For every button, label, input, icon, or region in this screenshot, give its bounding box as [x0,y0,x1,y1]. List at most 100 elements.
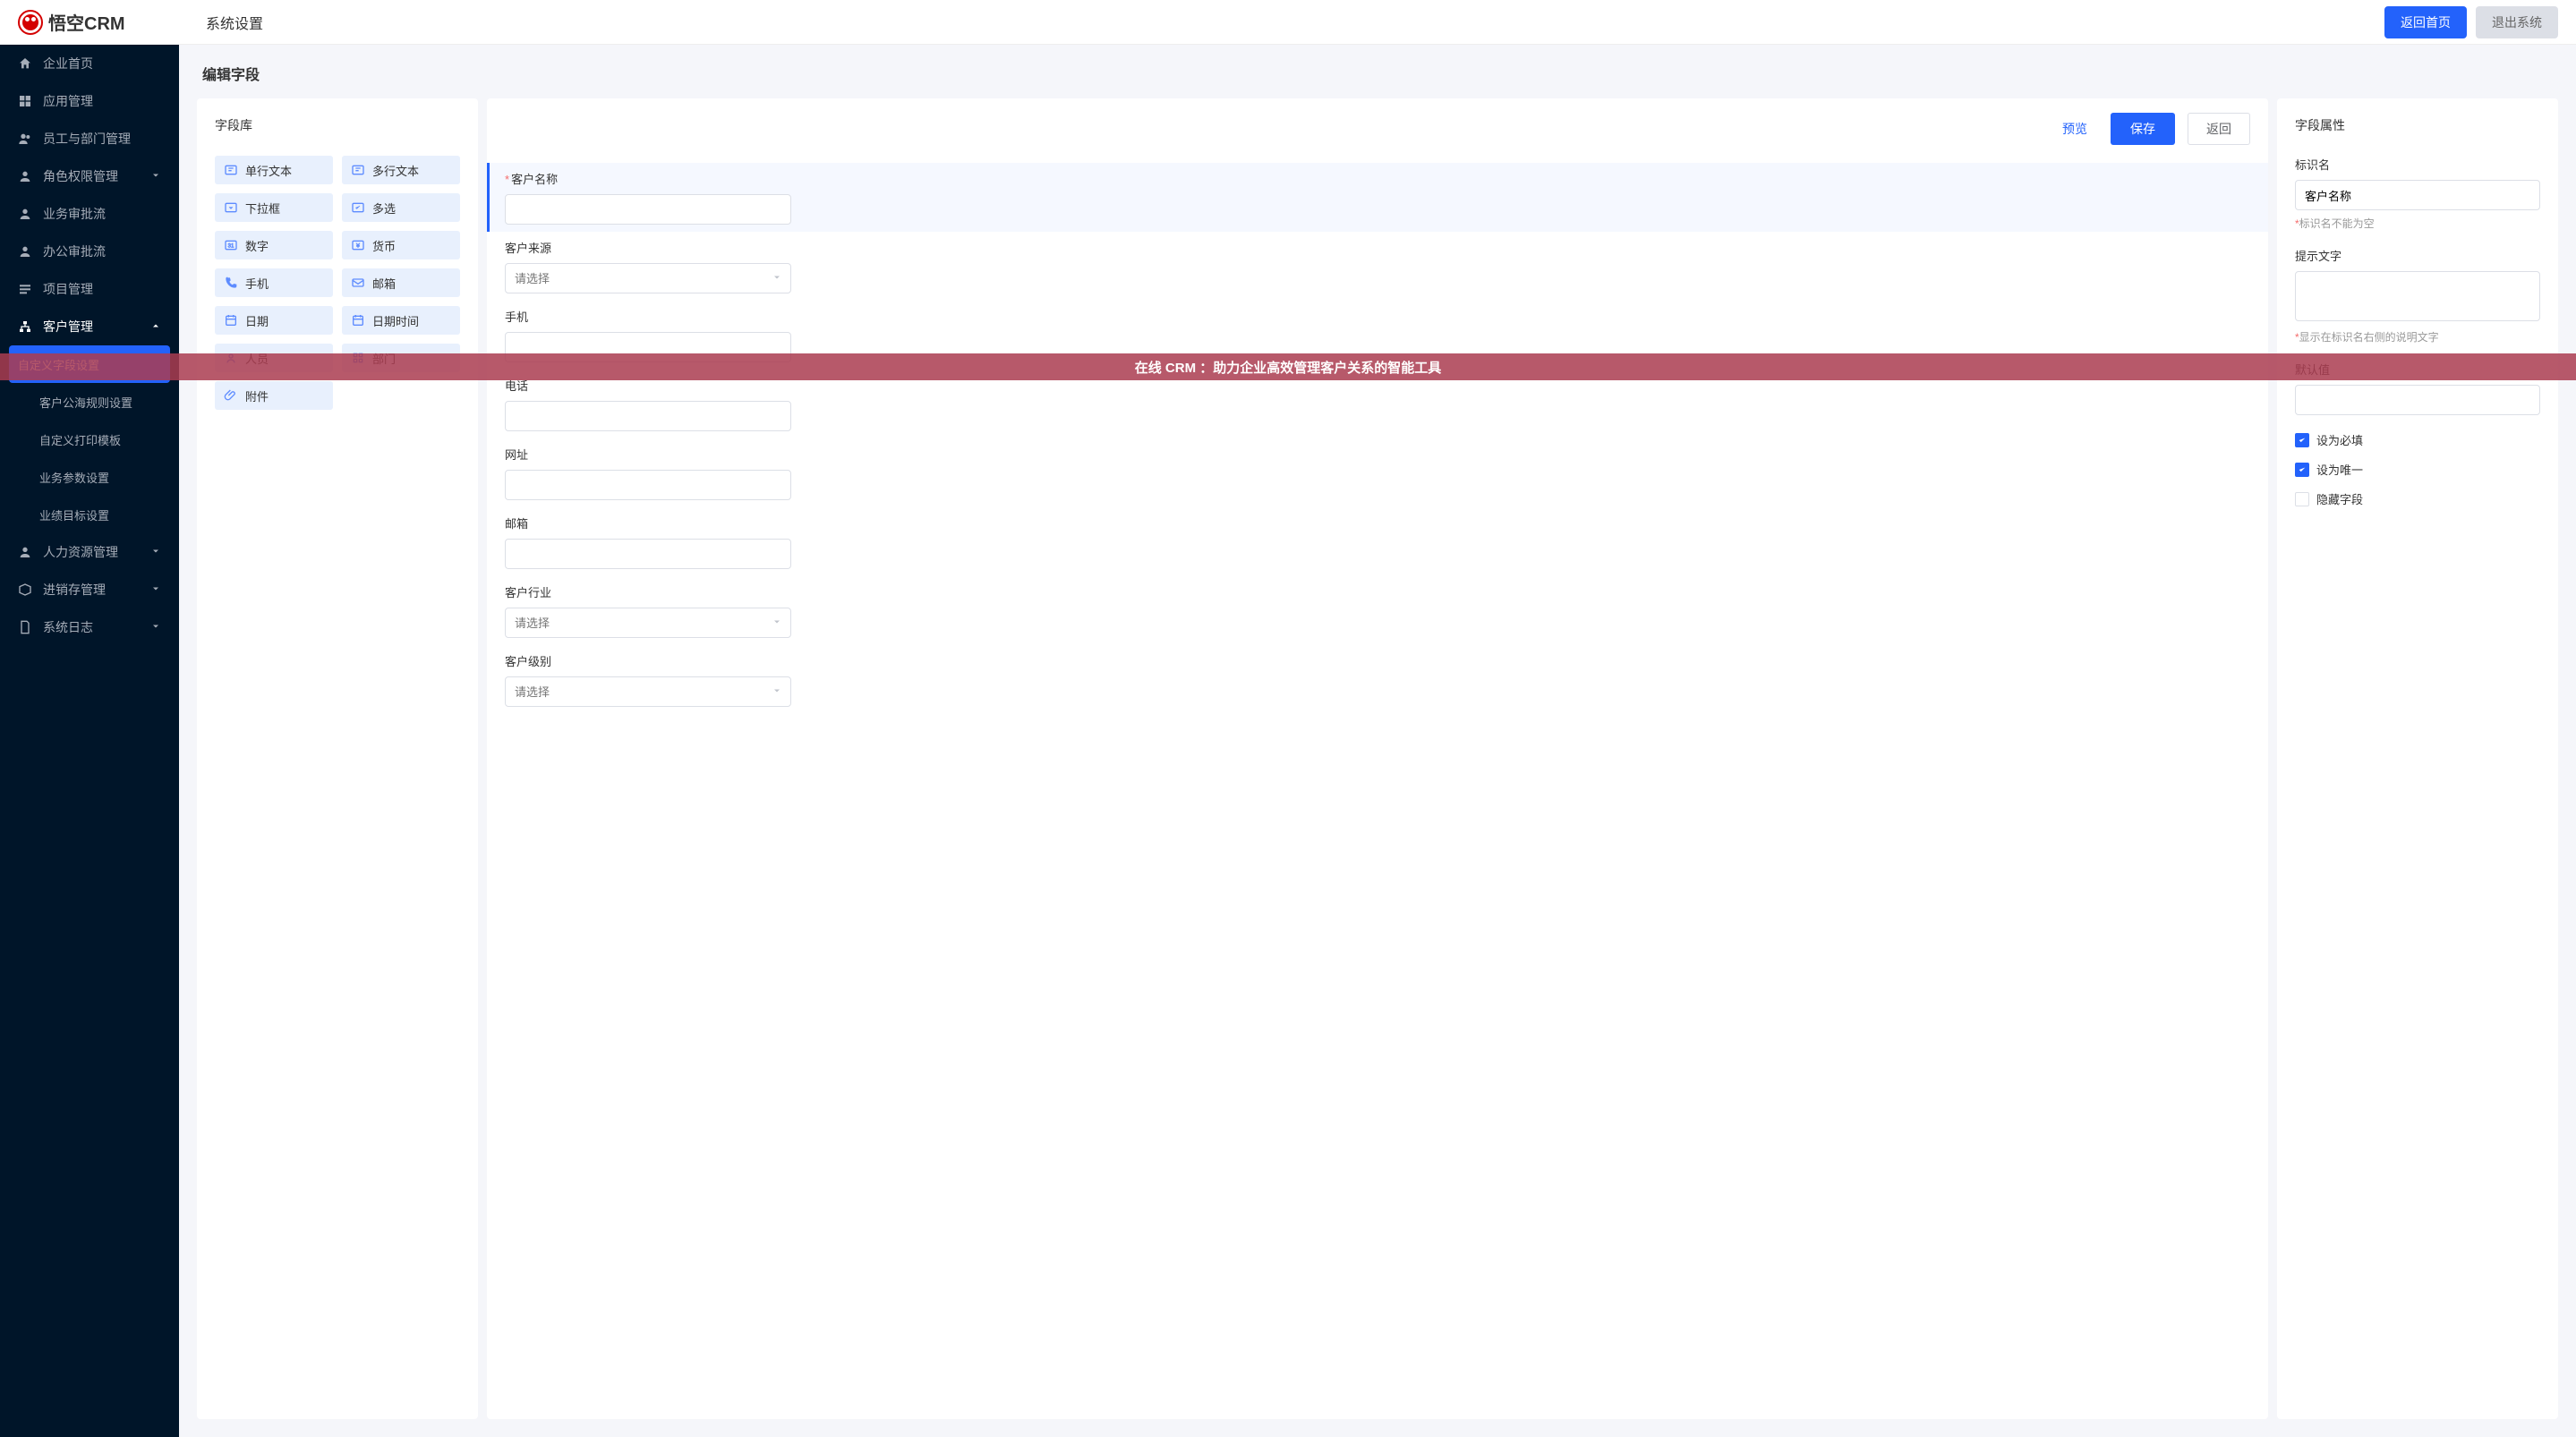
nav-item[interactable]: 应用管理 [0,82,179,120]
field-tile[interactable]: 数字 [215,231,333,259]
field-input[interactable] [505,332,791,362]
form-field-row[interactable]: 客户级别 [487,645,2268,714]
phone-icon [224,276,238,290]
save-button[interactable]: 保存 [2111,113,2175,145]
field-tile-label: 多选 [372,200,396,217]
cal-icon [351,313,365,327]
field-tile[interactable]: 货币 [342,231,460,259]
nav-label: 项目管理 [43,280,93,298]
field-tile[interactable]: 附件 [215,381,333,410]
field-tile[interactable]: 日期时间 [342,306,460,335]
id-input[interactable] [2295,180,2540,210]
nav-label: 办公审批流 [43,242,106,260]
home-icon [18,56,32,71]
checkbox-label: 隐藏字段 [2316,490,2363,507]
field-label: 手机 [505,308,2232,325]
field-tile[interactable]: 下拉框 [215,193,333,222]
tip-textarea[interactable] [2295,271,2540,321]
nav-subitem[interactable]: 客户公海规则设置 [0,383,179,421]
field-tile[interactable]: 多选 [342,193,460,222]
nav-item[interactable]: 业务审批流 [0,195,179,233]
page-title: 编辑字段 [197,63,2558,84]
field-tile-label: 邮箱 [372,275,396,292]
field-tile[interactable]: 人员 [215,344,333,372]
field-tile-label: 日期时间 [372,312,419,329]
back-button[interactable]: 返回 [2188,113,2250,145]
chevron-down-icon [150,582,161,597]
field-input[interactable] [505,539,791,569]
field-tile[interactable]: 部门 [342,344,460,372]
nav-item[interactable]: 项目管理 [0,270,179,308]
person-icon [224,351,238,365]
content: 编辑字段 字段库 单行文本多行文本下拉框多选数字货币手机邮箱日期日期时间人员部门… [179,45,2576,1437]
field-tile-label: 数字 [245,237,269,254]
nav-item[interactable]: 企业首页 [0,45,179,82]
nav-item[interactable]: 人力资源管理 [0,533,179,571]
field-tile[interactable]: 手机 [215,268,333,297]
nav-item[interactable]: 进销存管理 [0,571,179,608]
nav-subitem[interactable]: 自定义打印模板 [0,421,179,458]
field-tile[interactable]: 单行文本 [215,156,333,184]
money-icon [351,238,365,252]
field-input[interactable] [505,401,791,431]
nav-item[interactable]: 客户管理 [0,308,179,345]
field-tile[interactable]: 日期 [215,306,333,335]
field-label: *客户名称 [505,170,2232,187]
form-field-row[interactable]: 手机 [487,301,2268,370]
field-label: 电话 [505,377,2232,394]
field-select[interactable] [505,608,791,638]
chevron-up-icon [150,319,161,334]
grid-icon [18,94,32,108]
checkbox[interactable] [2295,433,2309,447]
form-field-row[interactable]: 客户行业 [487,576,2268,645]
checkbox-label: 设为唯一 [2316,461,2363,478]
text-icon [224,163,238,177]
nav-label: 客户管理 [43,318,93,336]
topbar-title: 系统设置 [206,12,263,33]
checkbox-row[interactable]: 隐藏字段 [2295,490,2540,507]
nav-subitem[interactable]: 业务参数设置 [0,458,179,496]
field-select[interactable] [505,263,791,293]
checkbox-row[interactable]: 设为必填 [2295,431,2540,448]
nav-subitem[interactable]: 业绩目标设置 [0,496,179,533]
preview-button[interactable]: 预览 [2051,115,2098,143]
form-field-row[interactable]: 邮箱 [487,507,2268,576]
default-label: 默认值 [2295,361,2540,378]
checkbox-row[interactable]: 设为唯一 [2295,461,2540,478]
tip-hint: *显示在标识名右侧的说明文字 [2295,329,2540,344]
default-input[interactable] [2295,385,2540,415]
chevron-down-icon [150,620,161,634]
field-tile[interactable]: 多行文本 [342,156,460,184]
caret-icon [224,200,238,215]
field-tile-label: 部门 [372,350,396,367]
logout-button[interactable]: 退出系统 [2476,6,2558,38]
field-label: 邮箱 [505,514,2232,531]
form-field-row[interactable]: 电话 [487,370,2268,438]
form-field-row[interactable]: 客户来源 [487,232,2268,301]
checkbox-label: 设为必填 [2316,431,2363,448]
tip-label: 提示文字 [2295,247,2540,264]
field-input[interactable] [505,470,791,500]
form-field-row[interactable]: 网址 [487,438,2268,507]
nav-label: 人力资源管理 [43,543,118,561]
file-icon [18,620,32,634]
form-fields-list: *客户名称客户来源手机电话网址邮箱客户行业客户级别 [487,159,2268,1419]
nav-label: 角色权限管理 [43,167,118,185]
form-editor-panel: 预览 保存 返回 *客户名称客户来源手机电话网址邮箱客户行业客户级别 [487,98,2268,1419]
checkbox[interactable] [2295,492,2309,506]
field-tile-label: 人员 [245,350,269,367]
mail-icon [351,276,365,290]
nav-subitem[interactable]: 自定义字段设置 [9,345,170,383]
check-icon [351,200,365,215]
field-props-title: 字段属性 [2295,116,2540,134]
field-select[interactable] [505,676,791,707]
checkbox[interactable] [2295,463,2309,477]
nav-item[interactable]: 系统日志 [0,608,179,646]
field-tile[interactable]: 邮箱 [342,268,460,297]
home-button[interactable]: 返回首页 [2384,6,2467,38]
form-field-row[interactable]: *客户名称 [487,163,2268,232]
nav-item[interactable]: 员工与部门管理 [0,120,179,157]
field-input[interactable] [505,194,791,225]
nav-item[interactable]: 办公审批流 [0,233,179,270]
nav-item[interactable]: 角色权限管理 [0,157,179,195]
